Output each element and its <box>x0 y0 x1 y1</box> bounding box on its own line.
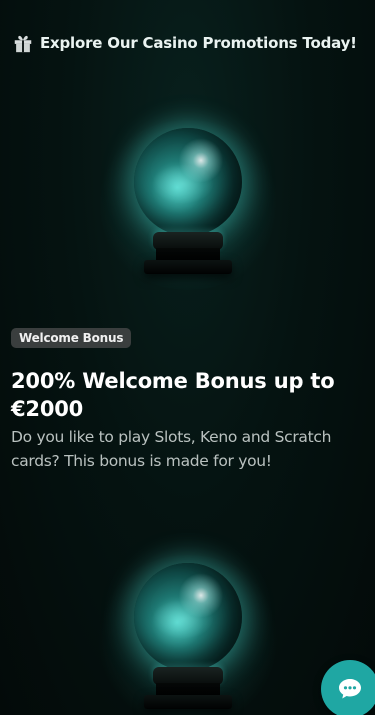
crystal-ball-sphere <box>133 563 242 671</box>
promo-description: Do you like to play Slots, Keno and Scra… <box>11 428 332 470</box>
chat-bubble-icon <box>339 679 361 699</box>
crystal-ball-stand-base <box>143 260 232 274</box>
chat-button[interactable] <box>321 660 375 715</box>
promo-badge: Welcome Bonus <box>11 328 132 348</box>
promo-image-crystal-ball-2[interactable] <box>92 535 283 715</box>
crystal-ball-stand-base <box>143 695 232 709</box>
gift-icon <box>14 35 32 53</box>
page-header: Explore Our Casino Promotions Today! <box>12 32 357 54</box>
promo-title[interactable]: 200% Welcome Bonus up to €2000 <box>11 367 361 423</box>
crystal-ball-sphere <box>133 128 242 236</box>
promo-image-crystal-ball[interactable] <box>92 100 283 290</box>
promotions-page: Explore Our Casino Promotions Today! Wel… <box>0 0 375 715</box>
page-title: Explore Our Casino Promotions Today! <box>40 34 357 52</box>
